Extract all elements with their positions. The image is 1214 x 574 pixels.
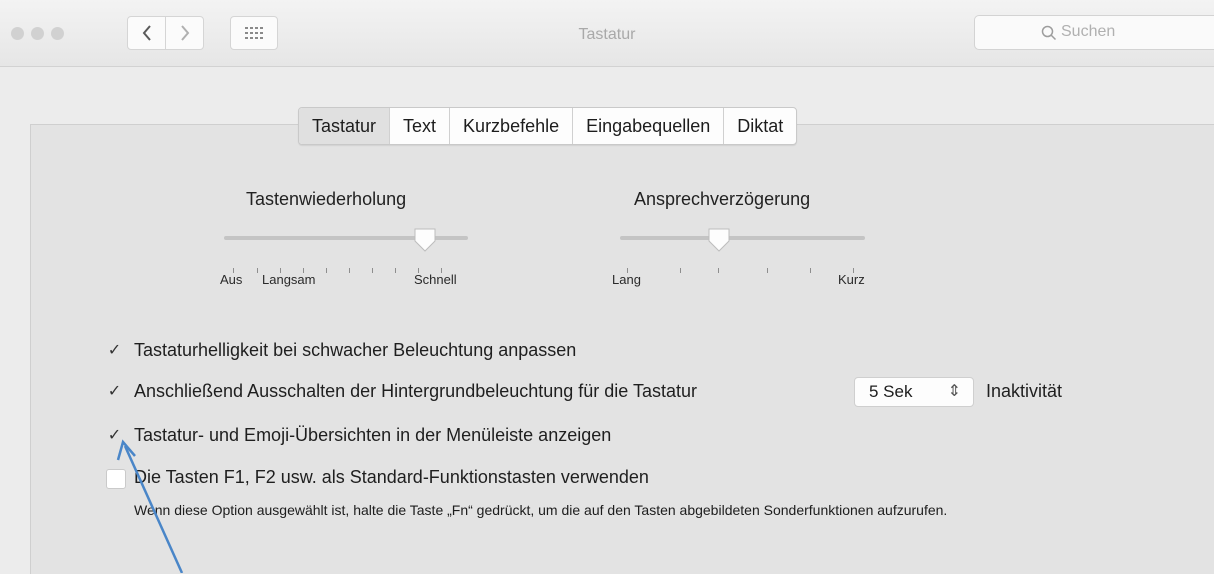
slider-tick <box>326 268 327 273</box>
slider-tick <box>349 268 350 273</box>
option-keyboard-brightness-label: Tastaturhelligkeit bei schwacher Beleuch… <box>134 340 577 360</box>
key-repeat-label-off: Aus <box>220 272 243 287</box>
key-repeat-title: Tastenwiederholung <box>246 189 407 209</box>
repeat-delay-label-short: Kurz <box>838 272 865 287</box>
backlight-timeout-suffix: Inaktivität <box>986 381 1063 401</box>
tab-eingabequellen[interactable]: Eingabequellen <box>573 108 725 144</box>
up-down-chevron-icon: ⇕ <box>947 383 961 400</box>
slider-tick <box>395 268 396 273</box>
checkbox-keyboard-brightness[interactable]: ✓ <box>106 342 123 359</box>
key-repeat-label-fast: Schnell <box>414 272 457 287</box>
tab-text[interactable]: Text <box>390 108 451 144</box>
backlight-timeout-select[interactable]: 5 Sek ⇕ <box>854 377 974 407</box>
option-backlight-off-label: Anschließend Ausschalten der Hintergrund… <box>134 381 698 401</box>
repeat-delay-slider-thumb[interactable] <box>707 227 731 253</box>
tab-diktat[interactable]: Diktat <box>724 108 796 144</box>
slider-tick <box>718 268 719 273</box>
checkbox-show-viewers[interactable]: ✓ <box>106 427 123 444</box>
tab-bar: Tastatur Text Kurzbefehle Eingabequellen… <box>298 107 798 145</box>
repeat-delay-title: Ansprechverzögerung <box>634 189 811 209</box>
option-function-keys-label: Die Tasten F1, F2 usw. als Standard-Funk… <box>134 467 649 487</box>
checkbox-function-keys[interactable] <box>106 469 126 489</box>
key-repeat-label-slow: Langsam <box>262 272 316 287</box>
slider-tick <box>257 268 258 273</box>
function-keys-note: Wenn diese Option ausgewählt ist, halte … <box>134 502 948 518</box>
key-repeat-slider-thumb[interactable] <box>413 227 437 253</box>
tab-kurzbefehle[interactable]: Kurzbefehle <box>450 108 574 144</box>
backlight-timeout-value: 5 Sek <box>869 382 913 401</box>
repeat-delay-label-long: Lang <box>612 272 641 287</box>
search-icon <box>1041 25 1057 41</box>
option-show-viewers-label: Tastatur- und Emoji-Übersichten in der M… <box>134 425 612 445</box>
search-field[interactable]: Suchen <box>974 15 1214 50</box>
slider-tick <box>810 268 811 273</box>
slider-tick <box>372 268 373 273</box>
title-bar: Tastatur Suchen <box>0 0 1214 67</box>
slider-tick <box>680 268 681 273</box>
repeat-delay-slider-track[interactable] <box>620 236 865 240</box>
slider-tick <box>767 268 768 273</box>
search-placeholder: Suchen <box>1061 23 1116 40</box>
checkbox-backlight-off[interactable]: ✓ <box>106 383 123 400</box>
tab-tastatur[interactable]: Tastatur <box>299 108 391 144</box>
